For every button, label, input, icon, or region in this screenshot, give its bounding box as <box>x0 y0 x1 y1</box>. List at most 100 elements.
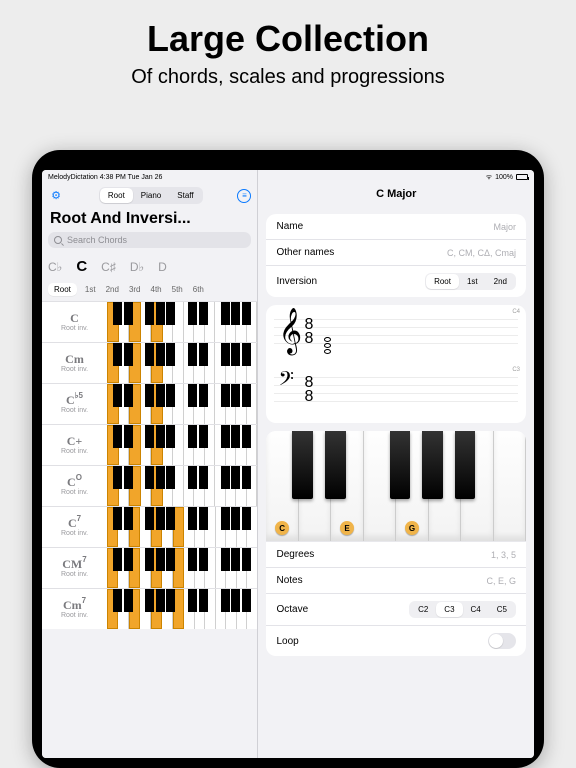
oct-c3[interactable]: C3 <box>436 602 462 617</box>
root-c[interactable]: C <box>76 258 87 275</box>
chord-row[interactable]: Cm7Root inv. <box>42 588 257 629</box>
chord-name: C <box>70 312 79 324</box>
status-left: MelodyDictation 4:38 PM Tue Jan 26 <box>48 174 162 181</box>
key-dot: C <box>275 521 289 535</box>
chord-name: C7 <box>68 517 81 529</box>
inv-2nd[interactable]: 2nd <box>104 283 121 296</box>
root-d[interactable]: D <box>158 260 167 274</box>
chord-row[interactable]: C♭5Root inv. <box>42 383 257 424</box>
chord-sub: Root inv. <box>61 366 88 373</box>
white-key[interactable]: G <box>396 431 428 541</box>
oct-c5[interactable]: C5 <box>489 602 515 617</box>
root-db[interactable]: D♭ <box>130 260 144 274</box>
chord-sub: Root inv. <box>61 448 88 455</box>
name-value: Major <box>493 222 516 232</box>
chord-list[interactable]: CRoot inv.CmRoot inv.C♭5Root inv.C+Root … <box>42 301 257 758</box>
root-scroller[interactable]: C♭ C C♯ D♭ D <box>42 252 257 281</box>
inversion-label: Inversion <box>276 276 317 287</box>
white-key[interactable] <box>299 431 331 541</box>
chord-title: C Major <box>258 184 534 206</box>
staff-view: C4 𝄞 88 C3 𝄢 88 <box>266 305 526 423</box>
loop-switch[interactable] <box>488 633 516 649</box>
inv-5th[interactable]: 5th <box>170 283 185 296</box>
row-other-names[interactable]: Other names C, CM, CΔ, Cmaj <box>266 240 526 266</box>
white-key[interactable] <box>364 431 396 541</box>
mini-keyboard <box>107 425 257 465</box>
app-screen: MelodyDictation 4:38 PM Tue Jan 26 ᯤ 100… <box>42 170 534 758</box>
chord-row[interactable]: CORoot inv. <box>42 465 257 506</box>
chord-row[interactable]: CM7Root inv. <box>42 547 257 588</box>
white-key[interactable] <box>461 431 493 541</box>
inv-4th[interactable]: 4th <box>149 283 164 296</box>
chord-label: CmRoot inv. <box>42 343 107 383</box>
chord-row[interactable]: CRoot inv. <box>42 301 257 342</box>
status-bar: MelodyDictation 4:38 PM Tue Jan 26 ᯤ 100… <box>42 170 534 184</box>
info-group-bottom: Degrees 1, 3, 5 Notes C, E, G Octave C2 … <box>266 541 526 656</box>
piano-view[interactable]: CEG <box>266 431 526 541</box>
inversion-segmented[interactable]: Root 1st 2nd <box>425 273 516 290</box>
chord-row[interactable]: C7Root inv. <box>42 506 257 547</box>
inv-6th[interactable]: 6th <box>191 283 206 296</box>
key-dot: E <box>340 521 354 535</box>
oct-c4[interactable]: C4 <box>463 602 489 617</box>
white-key[interactable] <box>494 431 526 541</box>
root-cs[interactable]: C♯ <box>101 260 116 274</box>
row-notes: Notes C, E, G <box>266 568 526 594</box>
chord-sub: Root inv. <box>61 571 88 578</box>
time-signature: 88 <box>304 318 313 347</box>
bass-staff: C3 𝄢 88 <box>274 377 518 409</box>
chord-label: C7Root inv. <box>42 507 107 547</box>
inv-root[interactable]: Root <box>48 283 77 296</box>
time-signature-bass: 88 <box>304 376 313 405</box>
inv-opt-2nd[interactable]: 2nd <box>486 274 515 289</box>
octave-segmented[interactable]: C2 C3 C4 C5 <box>409 601 516 618</box>
chord-row[interactable]: C+Root inv. <box>42 424 257 465</box>
chord-sub: Root inv. <box>61 612 88 619</box>
c3-label: C3 <box>512 367 520 373</box>
mini-keyboard <box>107 384 257 424</box>
inv-1st[interactable]: 1st <box>83 283 98 296</box>
chord-name: CO <box>67 476 82 488</box>
treble-staff: C4 𝄞 88 <box>274 319 518 351</box>
info-group-top: Name Major Other names C, CM, CΔ, Cmaj I… <box>266 214 526 297</box>
row-octave: Octave C2 C3 C4 C5 <box>266 594 526 626</box>
inversion-scroller[interactable]: Root 1st 2nd 3rd 4th 5th 6th <box>42 281 257 301</box>
row-name[interactable]: Name Major <box>266 214 526 240</box>
search-icon <box>54 236 63 245</box>
row-degrees: Degrees 1, 3, 5 <box>266 542 526 568</box>
chord-label: CRoot inv. <box>42 302 107 342</box>
seg-piano[interactable]: Piano <box>133 188 169 203</box>
mini-keyboard <box>107 343 257 383</box>
mini-keyboard <box>107 466 257 506</box>
degrees-label: Degrees <box>276 549 314 560</box>
other-label: Other names <box>276 247 334 258</box>
seg-root[interactable]: Root <box>100 188 133 203</box>
chord-name: CM7 <box>62 558 86 570</box>
loop-label: Loop <box>276 636 298 647</box>
chord-label: CM7Root inv. <box>42 548 107 588</box>
inv-opt-1st[interactable]: 1st <box>459 274 486 289</box>
search-input[interactable]: Search Chords <box>48 232 251 248</box>
chord-label: Cm7Root inv. <box>42 589 107 629</box>
promo-title: Large Collection <box>0 0 576 60</box>
promo-subtitle: Of chords, scales and progressions <box>0 66 576 89</box>
view-segmented-control[interactable]: Root Piano Staff <box>99 187 203 204</box>
mini-keyboard <box>107 548 257 588</box>
settings-icon[interactable]: ⚙︎ <box>48 188 64 204</box>
root-cb[interactable]: C♭ <box>48 260 62 274</box>
degrees-value: 1, 3, 5 <box>491 550 516 560</box>
chord-row[interactable]: CmRoot inv. <box>42 342 257 383</box>
white-key[interactable]: C <box>266 431 298 541</box>
inv-opt-root[interactable]: Root <box>426 274 459 289</box>
inv-3rd[interactable]: 3rd <box>127 283 143 296</box>
seg-staff[interactable]: Staff <box>169 188 201 203</box>
key-dot: G <box>405 521 419 535</box>
white-keys[interactable]: CEG <box>266 431 526 541</box>
white-key[interactable] <box>429 431 461 541</box>
battery-icon <box>516 174 528 180</box>
white-key[interactable]: E <box>331 431 363 541</box>
filter-icon[interactable]: ≡ <box>237 189 251 203</box>
oct-c2[interactable]: C2 <box>410 602 436 617</box>
row-inversion: Inversion Root 1st 2nd <box>266 266 526 297</box>
chord-label: CORoot inv. <box>42 466 107 506</box>
